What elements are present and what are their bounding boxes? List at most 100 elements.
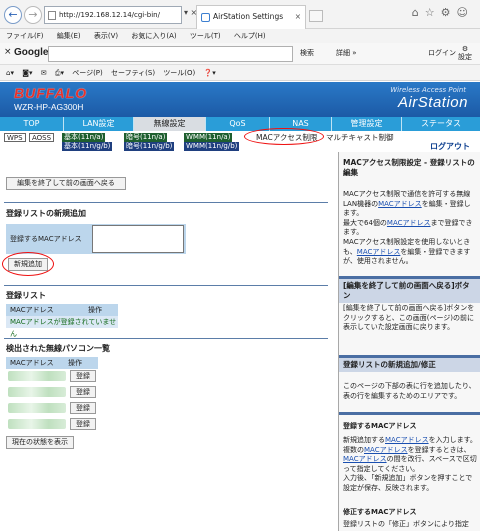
mac-address-blurred: [8, 371, 66, 381]
detected-clients-title: 検出された無線パソコン一覧: [6, 344, 110, 353]
help-link-mac[interactable]: MACアドレス: [364, 446, 408, 454]
subtab-multicast[interactable]: マルチキャスト制御: [324, 133, 396, 143]
google-search-input[interactable]: [48, 46, 293, 62]
section-divider: [4, 202, 328, 203]
help-mac-text: 新規追加するMACアドレスを入力します。 複数のMACアドレスを登録するときは、…: [343, 436, 477, 492]
section-divider: [4, 285, 328, 286]
help-edit-title: 登録リストの新規追加/修正: [339, 358, 480, 372]
browser-menu-bar: ファイル(F) 編集(E) 表示(V) お気に入り(A) ツール(T) ヘルプ(…: [0, 29, 480, 43]
browser-right-icons[interactable]: ⌂☆⚙☺: [412, 6, 474, 19]
sub-nav: WPS AOSS 基本(11n/a) 基本(11n/g/b) 暗号(11n/a)…: [0, 128, 480, 151]
google-login-button[interactable]: ログイン: [428, 48, 456, 58]
tab-status[interactable]: ステータス: [402, 117, 480, 131]
help-link-mac[interactable]: MACアドレス: [378, 200, 422, 208]
registered-list-header: MACアドレス 操作: [6, 304, 118, 316]
favicon-icon: [201, 13, 210, 22]
menu-file[interactable]: ファイル(F): [6, 32, 44, 40]
col-mac-address: MACアドレス: [10, 306, 54, 314]
menu-edit[interactable]: 編集(E): [57, 32, 81, 40]
help-link-mac[interactable]: MACアドレス: [357, 248, 401, 256]
google-more-button[interactable]: 詳細 »: [336, 48, 357, 58]
cmd-tools[interactable]: ツール(O): [163, 69, 195, 77]
help-edit-text: このページの下部の表に行を追加したり、表の行を編集するためのエリアです。: [343, 382, 476, 400]
router-header: BUFFALO WZR-HP-AG300H Wireless Access Po…: [0, 82, 480, 117]
gear-icon[interactable]: ⚙: [441, 6, 457, 19]
subtab-security-a[interactable]: 暗号(11n/a): [124, 133, 168, 142]
help-fix-title: 修正するMACアドレス: [343, 508, 417, 516]
print-icon[interactable]: ⎙▾: [55, 69, 64, 77]
browser-address-bar: ← → http://192.168.12.14/cgi-bin/ ▾ × Ai…: [0, 0, 480, 29]
help-panel: MACアクセス制限設定 - 登録リストの編集 MACアクセス制限で通信を許可する…: [338, 152, 480, 531]
product-tagline: Wireless Access Point: [390, 86, 466, 94]
detected-list-header: MACアドレス 操作: [6, 357, 98, 369]
cmd-page[interactable]: ページ(P): [72, 69, 103, 77]
menu-favorites[interactable]: お気に入り(A): [131, 32, 176, 40]
subtab-basic-g[interactable]: 基本(11n/g/b): [62, 142, 113, 151]
star-icon[interactable]: ☆: [425, 6, 441, 19]
product-logo: AirStation: [397, 94, 468, 111]
tab-admin[interactable]: 管理設定: [332, 117, 402, 131]
tab-top[interactable]: TOP: [0, 117, 64, 131]
smiley-icon[interactable]: ☺: [457, 6, 474, 19]
section-divider: [4, 338, 328, 339]
help-fix-text: 登録リストの「修正」ボタンにより指定: [343, 520, 469, 528]
subtab-basic-a[interactable]: 基本(11n/a): [62, 133, 106, 142]
mac-address-textarea[interactable]: [92, 225, 184, 253]
menu-view[interactable]: 表示(V): [94, 32, 118, 40]
highlight-circle-mac-filter: [244, 128, 324, 145]
brand-logo: BUFFALO: [14, 85, 88, 101]
home-icon[interactable]: ⌂▾: [6, 69, 14, 77]
google-search-button[interactable]: 検索: [300, 48, 314, 58]
new-entry-form: 登録するMACアドレス: [6, 224, 186, 254]
google-settings-button[interactable]: ⚙ 設定: [458, 45, 472, 61]
google-toolbar: × Google 検索 詳細 » ログイン ⚙ 設定: [0, 43, 480, 65]
logout-link[interactable]: ログアウト: [430, 141, 470, 152]
menu-help[interactable]: ヘルプ(H): [234, 32, 266, 40]
register-button[interactable]: 登録: [70, 370, 96, 382]
back-arrow-icon[interactable]: ←: [4, 6, 22, 24]
help-intro: MACアクセス制限で通信を許可する無線LAN機器のMACアドレスを編集・登録しま…: [343, 190, 473, 266]
home-icon[interactable]: ⌂: [412, 6, 425, 19]
new-tab-button[interactable]: [309, 10, 323, 22]
mac-address-blurred: [8, 419, 66, 429]
model-name: WZR-HP-AG300H: [14, 102, 84, 112]
subtab-wps[interactable]: WPS: [4, 133, 26, 142]
register-button[interactable]: 登録: [70, 386, 96, 398]
new-entry-title: 登録リストの新規追加: [6, 209, 86, 218]
help-divider: [339, 412, 480, 415]
help-link-mac[interactable]: MACアドレス: [385, 436, 429, 444]
forward-arrow-icon[interactable]: →: [24, 6, 42, 24]
register-button[interactable]: 登録: [70, 418, 96, 430]
registered-list-title: 登録リスト: [6, 291, 46, 300]
subtab-wmm-g[interactable]: WMM(11n/g/b): [184, 142, 240, 151]
col-mac-address: MACアドレス: [10, 359, 54, 367]
registered-list-empty: MACアドレスが登録されていません: [6, 316, 118, 338]
help-mac-title: 登録するMACアドレス: [343, 422, 417, 430]
help-back-title: [編集を終了して前の画面へ戻る]ボタン: [339, 279, 480, 303]
feeds-icon[interactable]: ◙▾: [22, 69, 32, 77]
mac-address-label: 登録するMACアドレス: [10, 235, 82, 243]
help-icon[interactable]: ❓▾: [204, 69, 216, 77]
subtab-aoss[interactable]: AOSS: [29, 133, 55, 142]
col-operation: 操作: [88, 306, 102, 314]
tab-lan[interactable]: LAN設定: [64, 117, 134, 131]
subtab-wmm-a[interactable]: WMM(11n/a): [184, 133, 233, 142]
cmd-safety[interactable]: セーフティ(S): [111, 69, 155, 77]
google-logo: Google: [14, 47, 49, 58]
back-to-previous-button[interactable]: 編集を終了して前の画面へ戻る: [6, 177, 126, 190]
menu-tools[interactable]: ツール(T): [190, 32, 221, 40]
close-tab-icon[interactable]: ×: [295, 6, 301, 28]
url-input[interactable]: http://192.168.12.14/cgi-bin/: [44, 6, 182, 24]
register-button[interactable]: 登録: [70, 402, 96, 414]
mail-icon[interactable]: ✉: [41, 69, 47, 77]
help-title: MACアクセス制限設定 - 登録リストの編集: [343, 158, 475, 177]
browser-tab[interactable]: AirStation Settings ×: [196, 5, 306, 29]
tab-wireless[interactable]: 無線設定: [134, 117, 206, 131]
refresh-status-button[interactable]: 現在の状態を表示: [6, 436, 74, 449]
subtab-security-g[interactable]: 暗号(11n/g/b): [124, 142, 175, 151]
help-link-mac[interactable]: MACアドレス: [343, 455, 387, 463]
mac-address-blurred: [8, 387, 66, 397]
help-link-mac[interactable]: MACアドレス: [387, 219, 431, 227]
close-toolbar-icon[interactable]: ×: [4, 47, 12, 57]
help-back-text: [編集を終了して前の画面へ戻る]ボタンをクリックすると、この画面(ページ)の前に…: [343, 304, 475, 332]
